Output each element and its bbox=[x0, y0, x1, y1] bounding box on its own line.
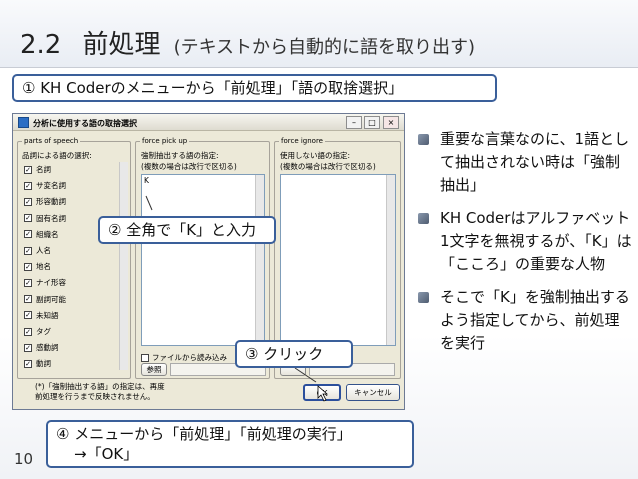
pos-checkbox-item[interactable]: ✓ 形容動詞 bbox=[24, 196, 66, 207]
pickup-file-option[interactable]: ファイルから読み込み bbox=[141, 352, 227, 363]
pos-checkbox-item[interactable]: ✓ 固有名詞 bbox=[24, 213, 66, 224]
checkbox-checked-icon[interactable]: ✓ bbox=[24, 230, 32, 239]
bullet-marker-icon bbox=[418, 134, 429, 145]
dialog-note-line2: 前処理を行うまで反映されません。 bbox=[35, 392, 155, 401]
pickup-scrollbar[interactable] bbox=[255, 175, 264, 345]
minimize-icon[interactable]: – bbox=[346, 116, 362, 129]
bullet-item: 重要な言葉なのに、1語として抽出されない時は「強制抽出」 bbox=[418, 128, 632, 197]
pos-checkbox-item[interactable]: ✓ 動詞 bbox=[24, 358, 51, 369]
checkbox-checked-icon[interactable]: ✓ bbox=[24, 197, 32, 206]
pos-checkbox-label: 副詞可能 bbox=[36, 294, 66, 304]
checkbox-checked-icon[interactable]: ✓ bbox=[24, 295, 32, 304]
callout-step4-line1: ④ メニューから「前処理」「前処理の実行」 bbox=[56, 425, 352, 443]
pos-checkbox-item[interactable]: ✓ 地名 bbox=[24, 261, 51, 272]
checkbox-checked-icon[interactable]: ✓ bbox=[24, 246, 32, 255]
cancel-button[interactable]: キャンセル bbox=[346, 384, 400, 401]
bullet-text: 重要な言葉なのに、1語として抽出されない時は「強制抽出」 bbox=[440, 130, 630, 194]
bullet-text: そこで「K」を強制抽出するよう指定してから、前処理を実行 bbox=[440, 288, 630, 352]
slide-title: 2.2 前処理 (テキストから自動的に語を取り出す) bbox=[20, 24, 475, 61]
pos-heading: 品詞による語の選択: bbox=[22, 151, 92, 160]
callout-step1: ① KH Coderのメニューから「前処理」「語の取捨選択」 bbox=[12, 74, 497, 102]
slide: 2.2 前処理 (テキストから自動的に語を取り出す) ① KH Coderのメニ… bbox=[0, 0, 638, 479]
callout-step4-line2: →「OK」 bbox=[74, 445, 139, 463]
dialog-note-line1: (*)「強制抽出する語」の指定は、再度 bbox=[35, 382, 165, 391]
ignore-heading2: (複数の場合は改行で区切る) bbox=[280, 162, 376, 171]
pos-checkbox-item[interactable]: ✓ 組織名 bbox=[24, 229, 59, 240]
pos-checkbox-label: 組織名 bbox=[36, 229, 59, 239]
pickup-file-checkbox[interactable] bbox=[141, 353, 149, 362]
pos-checkbox-item[interactable]: ✓ タグ bbox=[24, 326, 51, 337]
close-icon[interactable]: × bbox=[383, 116, 399, 129]
pos-checkbox-label: ナイ形容 bbox=[36, 278, 66, 288]
callout-step2: ② 全角で「K」と入力 bbox=[98, 216, 276, 244]
pos-checkbox-item[interactable]: ✓ 名詞 bbox=[24, 164, 51, 175]
checkbox-checked-icon[interactable]: ✓ bbox=[24, 311, 32, 320]
dialog-note: (*)「強制抽出する語」の指定は、再度 前処理を行うまで反映されません。 bbox=[35, 382, 165, 402]
ignore-textarea[interactable] bbox=[280, 174, 396, 346]
bullet-text: KH Coderはアルファベット1文字を無視するが、「K」は「こころ」の重要な人… bbox=[440, 209, 632, 273]
pos-checkbox-label: 動詞 bbox=[36, 359, 51, 369]
section-number: 2.2 bbox=[20, 30, 62, 60]
bullet-item: KH Coderはアルファベット1文字を無視するが、「K」は「こころ」の重要な人… bbox=[418, 207, 632, 276]
checkbox-checked-icon[interactable]: ✓ bbox=[24, 181, 32, 190]
pickup-group-label: force pick up bbox=[140, 137, 190, 145]
maximize-icon[interactable]: □ bbox=[364, 116, 380, 129]
checkbox-checked-icon[interactable]: ✓ bbox=[24, 278, 32, 287]
pos-checkbox-item[interactable]: ✓ サ変名詞 bbox=[24, 180, 66, 191]
pos-group: parts of speech 品詞による語の選択: ✓ 名詞 ✓ サ変名詞 ✓ 形容動詞… bbox=[17, 137, 131, 379]
pos-checkbox-label: 感動詞 bbox=[36, 343, 59, 353]
bullet-item: そこで「K」を強制抽出するよう指定してから、前処理を実行 bbox=[418, 286, 632, 355]
pos-group-label: parts of speech bbox=[22, 137, 81, 145]
pos-checkbox-label: タグ bbox=[36, 327, 51, 336]
section-subtitle: (テキストから自動的に語を取り出す) bbox=[173, 37, 476, 58]
pos-checkbox-item[interactable]: ✓ 感動詞 bbox=[24, 342, 59, 353]
title-bar: 2.2 前処理 (テキストから自動的に語を取り出す) bbox=[0, 0, 638, 68]
section-title: 前処理 bbox=[82, 30, 161, 60]
pickup-heading2: (複数の場合は改行で区切る) bbox=[141, 162, 237, 171]
pos-checkbox-label: 固有名詞 bbox=[36, 213, 66, 223]
pickup-textarea[interactable]: K bbox=[141, 174, 265, 346]
pos-checkbox-label: 名詞 bbox=[36, 165, 51, 174]
bullet-marker-icon bbox=[418, 292, 429, 303]
app-icon bbox=[18, 117, 29, 128]
pos-checkbox-label: 地名 bbox=[36, 262, 51, 272]
pos-checkbox-item[interactable]: ✓ ナイ形容 bbox=[24, 277, 66, 288]
pickup-file-label: ファイルから読み込み bbox=[152, 353, 227, 362]
pos-checkbox-label: 人名 bbox=[36, 246, 51, 255]
pos-checkbox-label: 形容動詞 bbox=[36, 197, 66, 207]
bullet-marker-icon bbox=[418, 213, 429, 224]
dialog-title: 分析に使用する語の取捨選択 bbox=[33, 119, 137, 128]
callout-step3: ③ クリック bbox=[235, 340, 353, 368]
checkbox-checked-icon[interactable]: ✓ bbox=[24, 327, 32, 336]
page-number: 10 bbox=[14, 450, 34, 468]
pickup-value: K bbox=[144, 176, 149, 185]
pos-checkbox-item[interactable]: ✓ 人名 bbox=[24, 245, 51, 256]
pos-scrollbar[interactable] bbox=[119, 162, 128, 370]
checkbox-checked-icon[interactable]: ✓ bbox=[24, 262, 32, 271]
ok-button[interactable]: OK bbox=[303, 384, 341, 401]
checkbox-checked-icon[interactable]: ✓ bbox=[24, 165, 32, 174]
callout-step4: ④ メニューから「前処理」「前処理の実行」 →「OK」 bbox=[46, 420, 414, 468]
ignore-heading1: 使用しない語の指定: bbox=[280, 151, 351, 160]
pickup-browse-button[interactable]: 参照 bbox=[141, 363, 167, 376]
dialog-titlebar: 分析に使用する語の取捨選択 – □ × bbox=[13, 114, 404, 131]
pos-checkbox-item[interactable]: ✓ 副詞可能 bbox=[24, 294, 66, 305]
pickup-heading1: 強制抽出する語の指定: bbox=[141, 151, 219, 160]
checkbox-checked-icon[interactable]: ✓ bbox=[24, 343, 32, 352]
bullet-list: 重要な言葉なのに、1語として抽出されない時は「強制抽出」 KH Coderはアル… bbox=[418, 128, 632, 365]
checkbox-checked-icon[interactable]: ✓ bbox=[24, 214, 32, 223]
ignore-scrollbar[interactable] bbox=[386, 175, 395, 345]
ignore-group-label: force ignore bbox=[279, 137, 325, 145]
checkbox-checked-icon[interactable]: ✓ bbox=[24, 359, 32, 368]
pos-checkbox-item[interactable]: ✓ 未知語 bbox=[24, 310, 59, 321]
pos-checkbox-label: 未知語 bbox=[36, 310, 59, 320]
pos-checkbox-label: サ変名詞 bbox=[36, 181, 66, 191]
